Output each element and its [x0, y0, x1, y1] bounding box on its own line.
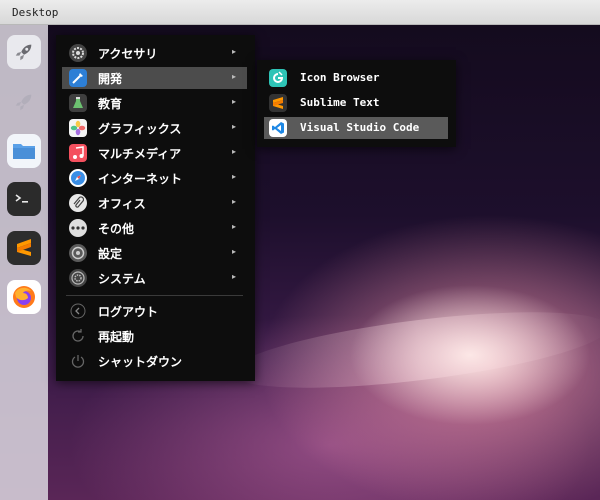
menu-item-internet[interactable]: インターネット ▸ — [62, 167, 247, 189]
logout-icon — [69, 302, 87, 320]
menu-item-settings[interactable]: 設定 ▸ — [62, 242, 247, 264]
menu-item-multimedia[interactable]: マルチメディア ▸ — [62, 142, 247, 164]
shutdown-icon — [69, 352, 87, 370]
chevron-right-icon: ▸ — [232, 72, 237, 81]
internet-icon — [69, 169, 87, 187]
menu-item-shutdown[interactable]: シャットダウン — [62, 350, 247, 372]
chevron-right-icon: ▸ — [232, 97, 237, 106]
menu-item-label: 教育 — [98, 97, 123, 111]
menu-item-system[interactable]: システム ▸ — [62, 267, 247, 289]
files-folder-icon — [13, 144, 35, 159]
office-icon — [69, 194, 87, 212]
submenu-item-vscode[interactable]: Visual Studio Code — [264, 117, 448, 139]
window-titlebar: Desktop — [0, 0, 600, 25]
rocket-launcher-faded-icon — [15, 94, 32, 111]
development-submenu: Icon Browser Sublime Text Visual Studio … — [257, 60, 456, 147]
chevron-right-icon: ▸ — [232, 247, 237, 256]
firefox-button[interactable] — [7, 280, 41, 314]
chevron-right-icon: ▸ — [232, 272, 237, 281]
launcher-ghost — [7, 85, 41, 119]
menu-item-development[interactable]: 開発 ▸ — [62, 67, 247, 89]
files-button[interactable] — [7, 134, 41, 168]
chevron-right-icon: ▸ — [232, 122, 237, 131]
menu-item-label: グラフィックス — [98, 122, 182, 136]
system-icon — [69, 269, 87, 287]
menu-item-graphics[interactable]: グラフィックス ▸ — [62, 117, 247, 139]
submenu-item-sublime-text[interactable]: Sublime Text — [264, 92, 448, 114]
menu-item-logout[interactable]: ログアウト — [62, 300, 247, 322]
icon-browser-icon — [269, 69, 287, 87]
application-menu: アクセサリ ▸ 開発 ▸ 教育 ▸ グラフィックス ▸ マルチメディア ▸ イン… — [56, 35, 255, 381]
sublime-text-button[interactable] — [7, 231, 41, 265]
terminal-button[interactable] — [7, 182, 41, 216]
menu-item-label: 設定 — [98, 247, 123, 261]
chevron-right-icon: ▸ — [232, 172, 237, 181]
terminal-icon — [15, 194, 28, 203]
education-icon — [69, 94, 87, 112]
menu-item-other[interactable]: その他 ▸ — [62, 217, 247, 239]
submenu-item-icon-browser[interactable]: Icon Browser — [264, 67, 448, 89]
development-icon — [69, 69, 87, 87]
chevron-right-icon: ▸ — [232, 197, 237, 206]
dock — [0, 25, 48, 500]
launcher-button[interactable] — [7, 35, 41, 69]
other-icon — [69, 219, 87, 237]
submenu-item-label: Sublime Text — [300, 96, 380, 109]
chevron-right-icon: ▸ — [232, 222, 237, 231]
wallpaper-highlight — [227, 297, 600, 403]
menu-item-label: その他 — [98, 222, 135, 236]
menu-item-label: 再起動 — [98, 330, 135, 344]
restart-icon — [69, 327, 87, 345]
chevron-right-icon: ▸ — [232, 47, 237, 56]
menu-item-label: システム — [98, 272, 146, 286]
menu-separator — [66, 295, 243, 296]
menu-item-label: 開発 — [98, 72, 123, 86]
rocket-launcher-icon — [15, 44, 32, 61]
menu-item-office[interactable]: オフィス ▸ — [62, 192, 247, 214]
firefox-icon — [13, 286, 35, 308]
graphics-icon — [69, 119, 87, 137]
sublime-text-icon — [269, 94, 287, 112]
multimedia-icon — [69, 144, 87, 162]
menu-item-label: シャットダウン — [98, 355, 183, 369]
submenu-item-label: Icon Browser — [300, 71, 380, 84]
window-title: Desktop — [12, 6, 59, 19]
menu-item-education[interactable]: 教育 ▸ — [62, 92, 247, 114]
menu-item-label: アクセサリ — [98, 47, 158, 61]
submenu-item-label: Visual Studio Code — [300, 121, 420, 134]
menu-item-label: オフィス — [98, 197, 146, 211]
menu-item-accessories[interactable]: アクセサリ ▸ — [62, 42, 247, 64]
accessories-icon — [69, 44, 87, 62]
menu-item-label: マルチメディア — [98, 147, 182, 161]
menu-item-label: インターネット — [98, 172, 183, 186]
vscode-icon — [269, 119, 287, 137]
sublime-text-icon — [17, 239, 31, 256]
menu-item-restart[interactable]: 再起動 — [62, 325, 247, 347]
settings-icon — [69, 244, 87, 262]
chevron-right-icon: ▸ — [232, 147, 237, 156]
menu-item-label: ログアウト — [98, 305, 159, 319]
